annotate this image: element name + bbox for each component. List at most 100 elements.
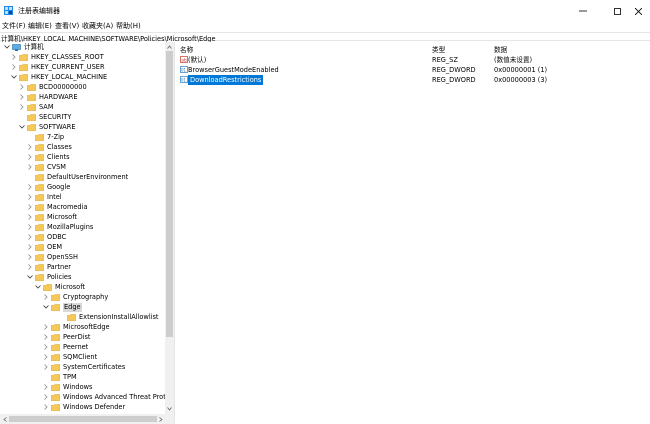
collapsed-chevron-icon[interactable] [11,64,17,70]
value-row[interactable]: 01 BrowserGuestModeEnabled REG_DWORD 0x0… [177,65,650,75]
tree-node[interactable]: Intel [27,192,62,202]
collapsed-chevron-icon[interactable] [19,104,25,110]
collapsed-chevron-icon[interactable] [43,294,49,300]
menu-edit[interactable]: 编辑(E) [28,21,52,31]
scroll-right-button[interactable] [156,414,165,424]
collapsed-chevron-icon[interactable] [27,164,33,170]
tree-node[interactable]: ExtensionInstallAllowlist [59,312,159,322]
tree-node[interactable]: Microsoft [35,282,85,292]
collapsed-chevron-icon[interactable] [43,354,49,360]
collapsed-chevron-icon[interactable] [27,254,33,260]
collapsed-chevron-icon[interactable] [43,364,49,370]
tree-node[interactable]: SAM [19,102,54,112]
tree-node[interactable]: Peernet [43,342,88,352]
collapsed-chevron-icon[interactable] [43,384,49,390]
key-tree-pane[interactable]: 计算机 HKEY_CLASSES_ROOT HKEY_CURRENT_USER HKE… [0,42,174,424]
tree-node[interactable]: Edge [43,302,82,312]
tree-node-label: BCD00000000 [39,82,87,91]
tree-vertical-scroll-thumb[interactable] [166,51,173,337]
collapsed-chevron-icon[interactable] [27,204,33,210]
tree-node[interactable]: SQMClient [43,352,97,362]
close-button[interactable] [618,0,650,22]
value-row-selected[interactable]: 01 DownloadRestrictions REG_DWORD 0x0000… [177,75,650,85]
value-type: REG_DWORD [432,66,476,74]
collapsed-chevron-icon[interactable] [27,194,33,200]
collapsed-chevron-icon[interactable] [43,394,49,400]
collapsed-chevron-icon[interactable] [27,244,33,250]
expanded-chevron-icon[interactable] [11,74,17,80]
string-value-icon: ab [180,56,188,63]
tree-node[interactable]: OpenSSH [27,252,78,262]
tree-node-label: HKEY_LOCAL_MACHINE [31,72,108,81]
expanded-chevron-icon[interactable] [4,44,10,50]
tree-node[interactable]: Windows Defender [43,402,125,412]
tree-node[interactable]: SOFTWARE [19,122,76,132]
folder-icon [35,193,44,201]
collapsed-chevron-icon[interactable] [11,54,17,60]
tree-node[interactable]: DefaultUserEnvironment [27,172,128,182]
tree-node[interactable]: MozillaPlugins [27,222,93,232]
tree-node[interactable]: SECURITY [19,112,71,122]
tree-node[interactable]: SystemCertificates [43,362,125,372]
menu-favorites[interactable]: 收藏夹(A) [82,21,113,31]
tree-node[interactable]: Clients [27,152,70,162]
collapsed-chevron-icon[interactable] [19,94,25,100]
tree-node[interactable]: 计算机 [4,42,44,52]
tree-node-label: HARDWARE [39,92,78,101]
tree-node[interactable]: HKEY_CURRENT_USER [11,62,105,72]
tree-node-label: OpenSSH [47,252,78,261]
collapsed-chevron-icon[interactable] [27,184,33,190]
tree-node[interactable]: MicrosoftEdge [43,322,110,332]
tree-node[interactable]: Partner [27,262,71,272]
tree-node[interactable]: OEM [27,242,62,252]
tree-node[interactable]: CVSM [27,162,66,172]
scroll-up-button[interactable] [165,42,174,51]
column-header-type[interactable]: 类型 [432,44,445,54]
tree-node[interactable]: BCD00000000 [19,82,87,92]
collapsed-chevron-icon[interactable] [43,404,49,410]
expanded-chevron-icon[interactable] [43,304,49,310]
tree-node[interactable]: Google [27,182,70,192]
collapsed-chevron-icon[interactable] [43,334,49,340]
tree-node[interactable]: HARDWARE [19,92,78,102]
tree-node-label: SOFTWARE [39,122,76,131]
collapsed-chevron-icon[interactable] [19,84,25,90]
column-header-data[interactable]: 数据 [494,44,507,54]
tree-node[interactable]: ODBC [27,232,66,242]
collapsed-chevron-icon[interactable] [27,154,33,160]
tree-node[interactable]: Microsoft [27,212,77,222]
tree-node[interactable]: Cryptography [43,292,108,302]
tree-node[interactable]: HKEY_LOCAL_MACHINE [11,72,107,82]
tree-node[interactable]: Windows [43,382,92,392]
menu-help[interactable]: 帮助(H) [116,21,141,31]
tree-node[interactable]: HKEY_CLASSES_ROOT [11,52,104,62]
tree-node[interactable]: Policies [27,272,71,282]
value-row[interactable]: ab (默认) REG_SZ (数值未设置) [177,55,650,65]
scroll-down-button[interactable] [165,404,174,413]
collapsed-chevron-icon[interactable] [27,214,33,220]
computer-icon [12,43,21,51]
expanded-chevron-icon[interactable] [27,274,33,280]
collapsed-chevron-icon[interactable] [27,234,33,240]
expanded-chevron-icon[interactable] [35,284,41,290]
expanded-chevron-icon[interactable] [19,124,25,130]
tree-horizontal-scroll-thumb[interactable] [9,416,157,422]
menu-file[interactable]: 文件(F) [2,21,26,31]
values-list-pane[interactable]: 名称 类型 数据 ab (默认) REG_SZ (数值未设置) 01 Brows… [177,42,650,424]
address-bar[interactable]: 计算机\HKEY_LOCAL_MACHINE\SOFTWARE\Policies… [0,32,650,43]
collapsed-chevron-icon[interactable] [27,224,33,230]
collapsed-chevron-icon[interactable] [43,324,49,330]
scroll-left-button[interactable] [0,414,9,424]
tree-node[interactable]: Windows Advanced Threat Protectic [43,392,174,402]
tree-node[interactable]: 7-Zip [27,132,64,142]
column-header-name[interactable]: 名称 [180,44,193,54]
tree-node[interactable]: PeerDist [43,332,91,342]
chevron-down-icon [167,406,172,411]
tree-node[interactable]: TPM [43,372,77,382]
tree-node[interactable]: Classes [27,142,72,152]
tree-node[interactable]: Macromedia [27,202,88,212]
collapsed-chevron-icon[interactable] [27,264,33,270]
menu-view[interactable]: 查看(V) [55,21,79,31]
collapsed-chevron-icon[interactable] [27,144,33,150]
collapsed-chevron-icon[interactable] [43,344,49,350]
